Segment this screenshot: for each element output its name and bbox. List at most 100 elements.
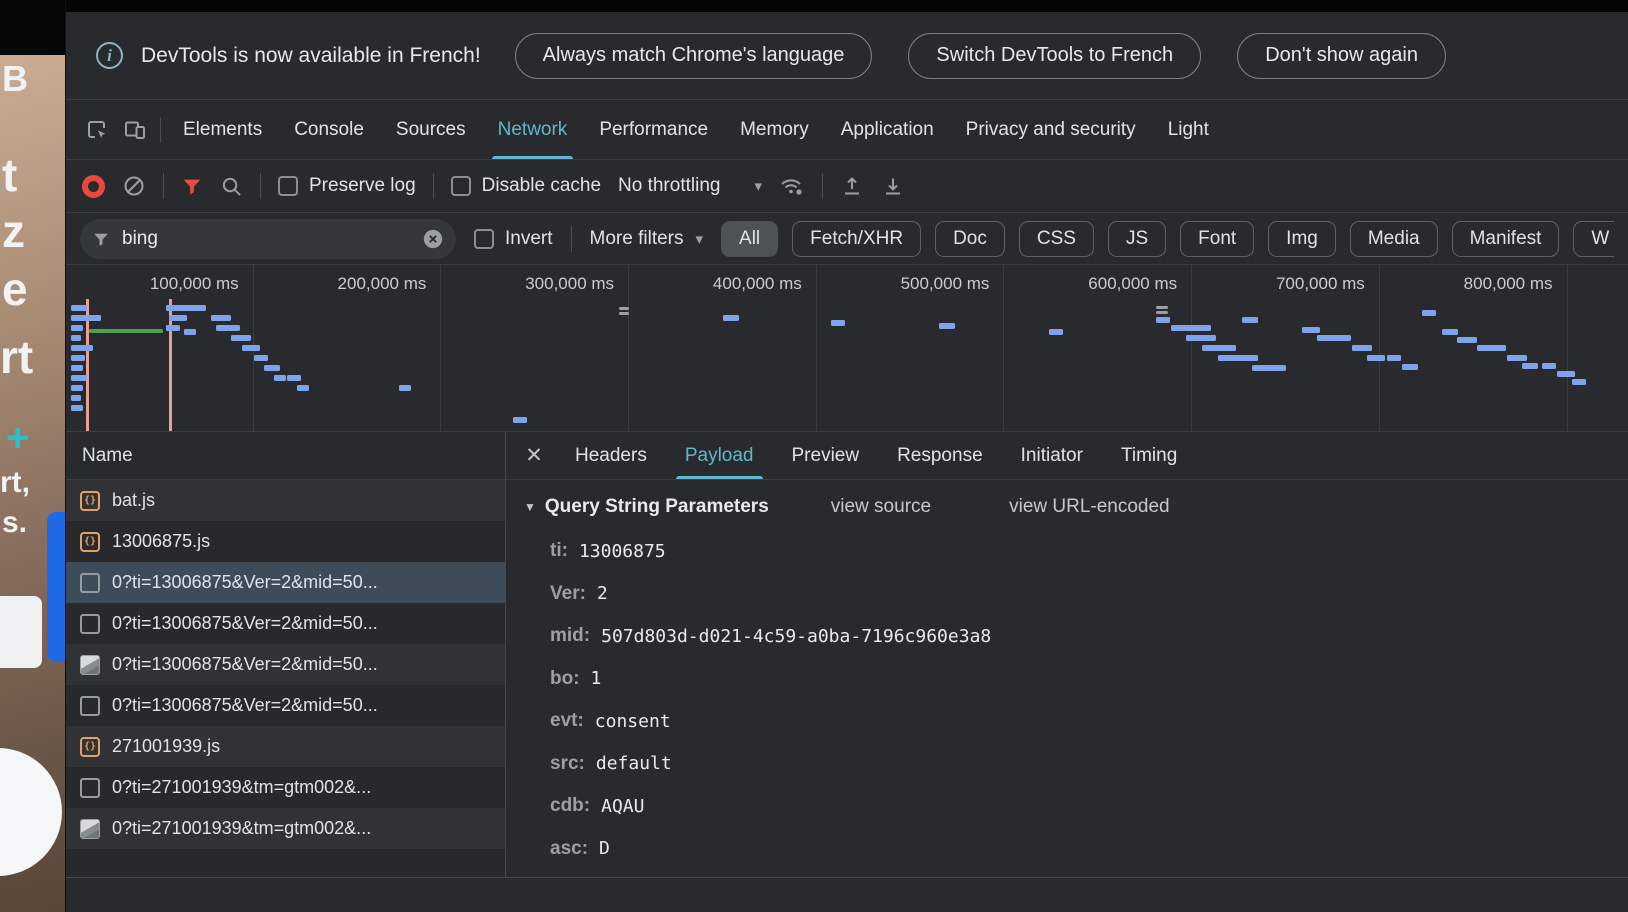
network-conditions-icon[interactable] <box>779 174 805 198</box>
view-url-encoded-link[interactable]: view URL-encoded <box>1009 496 1170 518</box>
request-row[interactable]: 0?ti=271001939&tm=gtm002&... <box>66 767 505 808</box>
param-value: 13006875 <box>579 541 666 562</box>
page-text-fragment: B <box>2 58 28 100</box>
filter-input[interactable] <box>122 228 410 250</box>
devtools-panel-tab[interactable]: Sources <box>380 100 482 159</box>
request-type-pill[interactable]: CSS <box>1019 221 1094 257</box>
details-tab-label: Payload <box>685 445 754 467</box>
devtools-panel-tab[interactable]: Light <box>1152 100 1225 159</box>
preserve-log-checkbox[interactable] <box>278 176 298 196</box>
throttling-dropdown[interactable]: No throttling ▾ <box>618 175 762 197</box>
network-overview-waterfall[interactable]: 100,000 ms200,000 ms300,000 ms400,000 ms… <box>66 265 1628 432</box>
view-source-link[interactable]: view source <box>831 496 931 518</box>
pill-label: All <box>739 228 760 250</box>
request-type-pill[interactable]: All <box>721 221 778 257</box>
request-type-pill[interactable]: Fetch/XHR <box>792 221 921 257</box>
devtools-panel-tab[interactable]: Elements <box>167 100 278 159</box>
waterfall-bar <box>1272 365 1286 371</box>
devtools-panel-tab[interactable]: Console <box>278 100 380 159</box>
filter-input-box[interactable] <box>80 219 456 259</box>
waterfall-bar <box>71 365 83 371</box>
details-tab[interactable]: Preview <box>773 432 879 479</box>
request-name: 0?ti=13006875&Ver=2&mid=50... <box>112 695 378 716</box>
request-row[interactable]: 0?ti=271001939&tm=gtm002&... <box>66 808 505 849</box>
request-row[interactable]: 271001939.js <box>66 726 505 767</box>
details-tab[interactable]: Payload <box>666 432 773 479</box>
search-icon[interactable] <box>220 175 243 198</box>
waterfall-bar <box>1402 364 1418 370</box>
request-row[interactable]: 0?ti=13006875&Ver=2&mid=50... <box>66 603 505 644</box>
export-har-icon[interactable] <box>881 174 905 198</box>
clear-icon[interactable] <box>122 174 146 198</box>
request-type-pill[interactable]: Doc <box>935 221 1005 257</box>
more-filters-label: More filters <box>590 228 684 250</box>
request-details-pane: ✕ Headers Payload Preview Response <box>506 432 1628 877</box>
waterfall-bar <box>513 417 527 423</box>
request-type-pill[interactable]: JS <box>1108 221 1166 257</box>
details-tab[interactable]: Response <box>878 432 1002 479</box>
details-tab[interactable]: Initiator <box>1002 432 1102 479</box>
close-icon[interactable]: ✕ <box>512 432 556 479</box>
page-text-fragment: rt, <box>0 466 30 500</box>
info-icon: i <box>96 42 123 69</box>
request-name: 0?ti=13006875&Ver=2&mid=50... <box>112 572 378 593</box>
banner-action-button[interactable]: Switch DevTools to French <box>908 33 1201 79</box>
invert-checkbox[interactable] <box>474 229 494 249</box>
devtools-panel-tab[interactable]: Performance <box>583 100 724 159</box>
param-value: AQAU <box>601 796 644 817</box>
details-tab-label: Headers <box>575 445 647 467</box>
pill-label: CSS <box>1037 228 1076 250</box>
details-tab[interactable]: Timing <box>1102 432 1196 479</box>
banner-action-button[interactable]: Always match Chrome's language <box>515 33 873 79</box>
request-type-pill[interactable]: Font <box>1180 221 1254 257</box>
request-type-pill[interactable]: Media <box>1350 221 1438 257</box>
request-row[interactable]: bat.js <box>66 480 505 521</box>
request-row[interactable]: 0?ti=13006875&Ver=2&mid=50... <box>66 644 505 685</box>
request-type-pill[interactable]: W <box>1573 221 1614 257</box>
inspect-element-icon[interactable] <box>78 100 116 159</box>
request-type-pill[interactable]: Manifest <box>1452 221 1560 257</box>
filter-icon[interactable] <box>181 175 203 197</box>
file-type-icon <box>80 491 100 511</box>
details-tab[interactable]: Headers <box>556 432 666 479</box>
request-type-pill[interactable]: Img <box>1268 221 1336 257</box>
tab-label: Console <box>294 119 364 141</box>
param-key: asc: <box>550 838 588 860</box>
devtools-panel-tab[interactable]: Memory <box>724 100 825 159</box>
requests-name-header[interactable]: Name <box>66 432 505 480</box>
device-toolbar-icon[interactable] <box>116 100 154 159</box>
disable-cache-checkbox[interactable] <box>451 176 471 196</box>
name-column-label: Name <box>82 445 133 467</box>
param-value: consent <box>595 711 671 732</box>
import-har-icon[interactable] <box>840 174 864 198</box>
tab-label: Privacy and security <box>966 119 1136 141</box>
triangle-down-icon[interactable]: ▼ <box>524 500 536 514</box>
more-filters-dropdown[interactable]: More filters ▾ <box>590 228 704 250</box>
param-value: default <box>596 753 672 774</box>
waterfall-bar <box>1337 335 1351 341</box>
request-name: 0?ti=13006875&Ver=2&mid=50... <box>112 654 378 675</box>
file-type-icon <box>80 737 100 757</box>
waterfall-bar <box>1352 345 1372 351</box>
waterfall-bar <box>166 305 206 311</box>
invert-label: Invert <box>505 228 553 250</box>
divider <box>433 173 434 199</box>
query-param-row: src: default <box>516 743 1618 786</box>
query-param-row: evt: consent <box>516 700 1618 743</box>
devtools-panel-tab[interactable]: Network <box>482 100 584 159</box>
request-row[interactable]: 0?ti=13006875&Ver=2&mid=50... <box>66 562 505 603</box>
devtools-panel-tab[interactable]: Application <box>825 100 950 159</box>
waterfall-bar <box>1186 335 1216 341</box>
devtools-panel-tab[interactable]: Privacy and security <box>950 100 1152 159</box>
request-type-pills: All Fetch/XHR Doc CSS JS Font Img Media <box>721 221 1614 257</box>
tab-label: Application <box>841 119 934 141</box>
request-row[interactable]: 0?ti=13006875&Ver=2&mid=50... <box>66 685 505 726</box>
request-row[interactable]: 13006875.js <box>66 521 505 562</box>
record-button[interactable] <box>82 175 105 198</box>
banner-action-button[interactable]: Don't show again <box>1237 33 1446 79</box>
clear-filter-icon[interactable] <box>422 228 444 250</box>
waterfall-bar <box>71 335 81 341</box>
waterfall-bar <box>71 405 83 411</box>
tab-label: Network <box>498 119 568 141</box>
disable-cache-group: Disable cache <box>451 175 601 197</box>
